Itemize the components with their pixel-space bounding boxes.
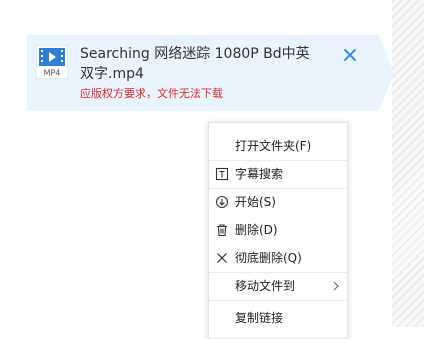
- context-menu: 打开文件夹(F) 字幕搜索 开始(S) 删除(D) 彻底删除(Q) 移动文件到: [208, 122, 348, 339]
- close-icon[interactable]: [342, 47, 358, 63]
- menu-item-open-folder[interactable]: 打开文件夹(F): [209, 133, 347, 159]
- menu-item-label: 彻底删除(Q): [235, 251, 302, 265]
- download-status-message: 应版权方要求，文件无法下载: [80, 87, 223, 100]
- menu-item-label: 复制链接: [235, 311, 284, 325]
- video-file-icon: MP4: [36, 45, 68, 79]
- menu-item-delete-permanently[interactable]: 彻底删除(Q): [209, 245, 347, 271]
- menu-divider: [209, 300, 347, 301]
- download-item-card[interactable]: MP4 Searching 网络迷踪 1080P Bd中英双字.mp4 应版权方…: [27, 35, 394, 111]
- menu-item-subtitle-search[interactable]: 字幕搜索: [209, 161, 347, 187]
- chevron-right-icon: [333, 281, 339, 291]
- menu-item-label: 打开文件夹(F): [235, 139, 312, 153]
- trash-icon: [217, 224, 227, 237]
- menu-item-label: 移动文件到: [235, 279, 296, 293]
- menu-item-label: 字幕搜索: [235, 167, 284, 181]
- menu-item-label: 开始(S): [235, 195, 276, 209]
- menu-item-move-file-to[interactable]: 移动文件到: [209, 273, 347, 299]
- menu-item-start[interactable]: 开始(S): [209, 189, 347, 215]
- side-panel-background: [392, 0, 424, 327]
- menu-item-copy-link[interactable]: 复制链接: [209, 305, 347, 331]
- subtitle-icon: [215, 167, 229, 181]
- menu-item-delete[interactable]: 删除(D): [209, 217, 347, 243]
- file-name: Searching 网络迷踪 1080P Bd中英双字.mp4: [80, 46, 310, 82]
- download-circle-icon: [215, 195, 229, 209]
- menu-item-label: 删除(D): [235, 223, 278, 237]
- x-icon: [217, 253, 227, 263]
- file-format-badge: MP4: [44, 69, 61, 78]
